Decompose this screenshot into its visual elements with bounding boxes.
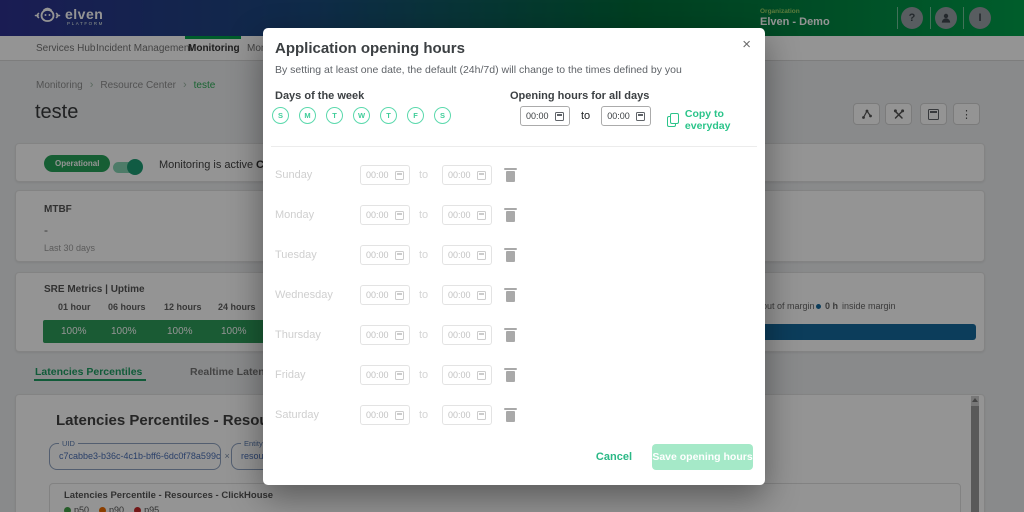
calendar-icon [395, 331, 404, 340]
calendar-icon [395, 211, 404, 220]
trash-icon[interactable] [506, 331, 515, 342]
start-time-input[interactable]: 00:00 [360, 285, 410, 305]
calendar-icon[interactable] [555, 112, 564, 121]
calendar-icon [395, 411, 404, 420]
calendar-icon [477, 171, 486, 180]
end-time-input[interactable]: 00:00 [442, 285, 492, 305]
calendar-icon [395, 251, 404, 260]
start-time-input[interactable]: 00:00 [360, 365, 410, 385]
day-label: Saturday [275, 409, 360, 421]
end-time-input[interactable]: 00:00 [442, 365, 492, 385]
calendar-icon [395, 171, 404, 180]
day-circle-thu[interactable]: T [380, 107, 397, 124]
trash-icon[interactable] [506, 291, 515, 302]
end-time-input[interactable]: 00:00 [442, 325, 492, 345]
trash-icon[interactable] [506, 251, 515, 262]
end-time-input[interactable]: 00:00 [442, 245, 492, 265]
modal-divider [271, 146, 757, 147]
day-label: Wednesday [275, 289, 360, 301]
day-circle-mon[interactable]: M [299, 107, 316, 124]
start-time-input[interactable]: 00:00 [360, 165, 410, 185]
day-selector: S M T W T F S [272, 107, 451, 124]
day-label: Thursday [275, 329, 360, 341]
trash-icon[interactable] [506, 211, 515, 222]
copy-icon [667, 113, 679, 127]
calendar-icon [477, 331, 486, 340]
day-circle-fri[interactable]: F [407, 107, 424, 124]
day-row-wednesday: Wednesday 00:00 to 00:00 [275, 275, 753, 315]
days-of-week-label: Days of the week [275, 90, 364, 102]
all-days-hours-row: 00:00 to 00:00 [520, 106, 651, 126]
start-time-input[interactable]: 00:00 [360, 405, 410, 425]
day-row-monday: Monday 00:00 to 00:00 [275, 195, 753, 235]
calendar-icon [477, 291, 486, 300]
save-opening-hours-button[interactable]: Save opening hours [652, 444, 753, 470]
all-days-end-input[interactable]: 00:00 [601, 106, 651, 126]
opening-hours-modal: Application opening hours × By setting a… [263, 28, 765, 485]
modal-subtitle: By setting at least one date, the defaul… [275, 64, 682, 76]
modal-title: Application opening hours [275, 40, 465, 57]
close-icon[interactable]: × [742, 36, 751, 53]
modal-footer: Cancel Save opening hours [596, 444, 753, 470]
copy-to-everyday-link[interactable]: Copy to everyday [667, 108, 765, 132]
day-row-friday: Friday 00:00 to 00:00 [275, 355, 753, 395]
end-time-input[interactable]: 00:00 [442, 205, 492, 225]
day-row-sunday: Sunday 00:00 to 00:00 [275, 155, 753, 195]
calendar-icon [477, 211, 486, 220]
calendar-icon[interactable] [636, 112, 645, 121]
day-row-tuesday: Tuesday 00:00 to 00:00 [275, 235, 753, 275]
day-circle-tue[interactable]: T [326, 107, 343, 124]
start-time-input[interactable]: 00:00 [360, 245, 410, 265]
start-time-input[interactable]: 00:00 [360, 205, 410, 225]
end-time-input[interactable]: 00:00 [442, 405, 492, 425]
trash-icon[interactable] [506, 171, 515, 182]
day-row-saturday: Saturday 00:00 to 00:00 [275, 395, 753, 435]
calendar-icon [395, 371, 404, 380]
calendar-icon [477, 371, 486, 380]
day-circle-wed[interactable]: W [353, 107, 370, 124]
day-label: Monday [275, 209, 360, 221]
calendar-icon [477, 251, 486, 260]
day-row-thursday: Thursday 00:00 to 00:00 [275, 315, 753, 355]
start-time-input[interactable]: 00:00 [360, 325, 410, 345]
trash-icon[interactable] [506, 371, 515, 382]
day-label: Tuesday [275, 249, 360, 261]
day-label: Friday [275, 369, 360, 381]
calendar-icon [395, 291, 404, 300]
day-circle-sat[interactable]: S [434, 107, 451, 124]
trash-icon[interactable] [506, 411, 515, 422]
day-circle-sun[interactable]: S [272, 107, 289, 124]
calendar-icon [477, 411, 486, 420]
all-days-start-input[interactable]: 00:00 [520, 106, 570, 126]
cancel-button[interactable]: Cancel [596, 451, 632, 463]
opening-hours-label: Opening hours for all days [510, 90, 649, 102]
end-time-input[interactable]: 00:00 [442, 165, 492, 185]
day-label: Sunday [275, 169, 360, 181]
